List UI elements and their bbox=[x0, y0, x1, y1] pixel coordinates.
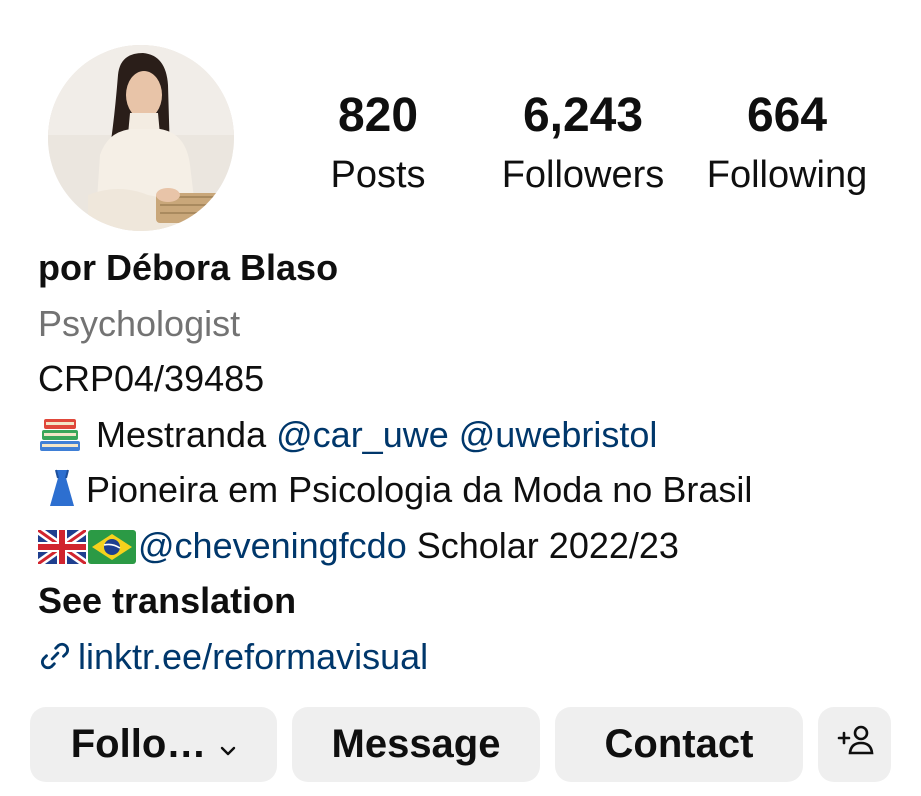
bio-scholar-text: Scholar 2022/23 bbox=[416, 524, 679, 566]
bio-section: por Débora Blaso Psychologist CRP04/3948… bbox=[35, 240, 908, 685]
mention-uwebristol-link[interactable]: @uwebristol bbox=[459, 414, 658, 455]
following-dropdown-button[interactable]: Follo… bbox=[30, 707, 277, 782]
bio-line-scholar: @cheveningfcdo Scholar 2022/23 bbox=[35, 518, 908, 574]
avatar[interactable] bbox=[48, 45, 234, 231]
following-stat[interactable]: 664 Following bbox=[696, 88, 878, 198]
add-person-icon bbox=[835, 722, 875, 768]
message-button[interactable]: Message bbox=[292, 707, 540, 782]
profile-category: Psychologist bbox=[38, 302, 241, 344]
bio-line-registration: CRP04/39485 bbox=[38, 358, 265, 399]
message-button-label: Message bbox=[331, 722, 501, 766]
profile-link[interactable]: linktr.ee/reformavisual bbox=[38, 629, 908, 685]
followers-stat[interactable]: 6,243 Followers bbox=[488, 88, 678, 198]
posts-stat[interactable]: 820 Posts bbox=[318, 88, 438, 198]
posts-label: Posts bbox=[330, 154, 426, 196]
bio-line-pioneer: Pioneira em Psicologia da Moda no Brasil bbox=[38, 462, 908, 518]
see-translation-link[interactable]: See translation bbox=[38, 573, 908, 629]
posts-count: 820 bbox=[337, 89, 419, 142]
following-label: Following bbox=[706, 154, 868, 196]
books-icon bbox=[38, 413, 82, 469]
mention-car-uwe-link[interactable]: @car_uwe bbox=[276, 414, 449, 455]
profile-name: por Débora Blaso bbox=[38, 247, 339, 288]
dress-icon bbox=[38, 468, 86, 524]
uk-flag-icon bbox=[35, 524, 89, 580]
bio-masters-text: Mestranda bbox=[96, 413, 267, 455]
followers-count: 6,243 bbox=[522, 89, 644, 142]
mention-cheveningfcdo-link[interactable]: @cheveningfcdo bbox=[138, 525, 407, 566]
contact-button[interactable]: Contact bbox=[555, 707, 803, 782]
profile-photo bbox=[48, 45, 234, 231]
bio-pioneer-text: Pioneira em Psicologia da Moda no Brasil bbox=[86, 469, 753, 510]
contact-button-label: Contact bbox=[604, 722, 754, 766]
chevron-down-icon bbox=[220, 722, 236, 767]
profile-link-text: linktr.ee/reformavisual bbox=[78, 635, 429, 677]
suggested-accounts-button[interactable] bbox=[818, 707, 891, 782]
link-icon bbox=[38, 633, 72, 689]
following-button-label: Follo… bbox=[70, 722, 207, 766]
bio-line-masters: Mestranda @car_uwe @uwebristol bbox=[38, 407, 908, 463]
followers-label: Followers bbox=[501, 154, 665, 196]
following-count: 664 bbox=[746, 89, 828, 142]
brazil-flag-icon bbox=[88, 524, 136, 580]
